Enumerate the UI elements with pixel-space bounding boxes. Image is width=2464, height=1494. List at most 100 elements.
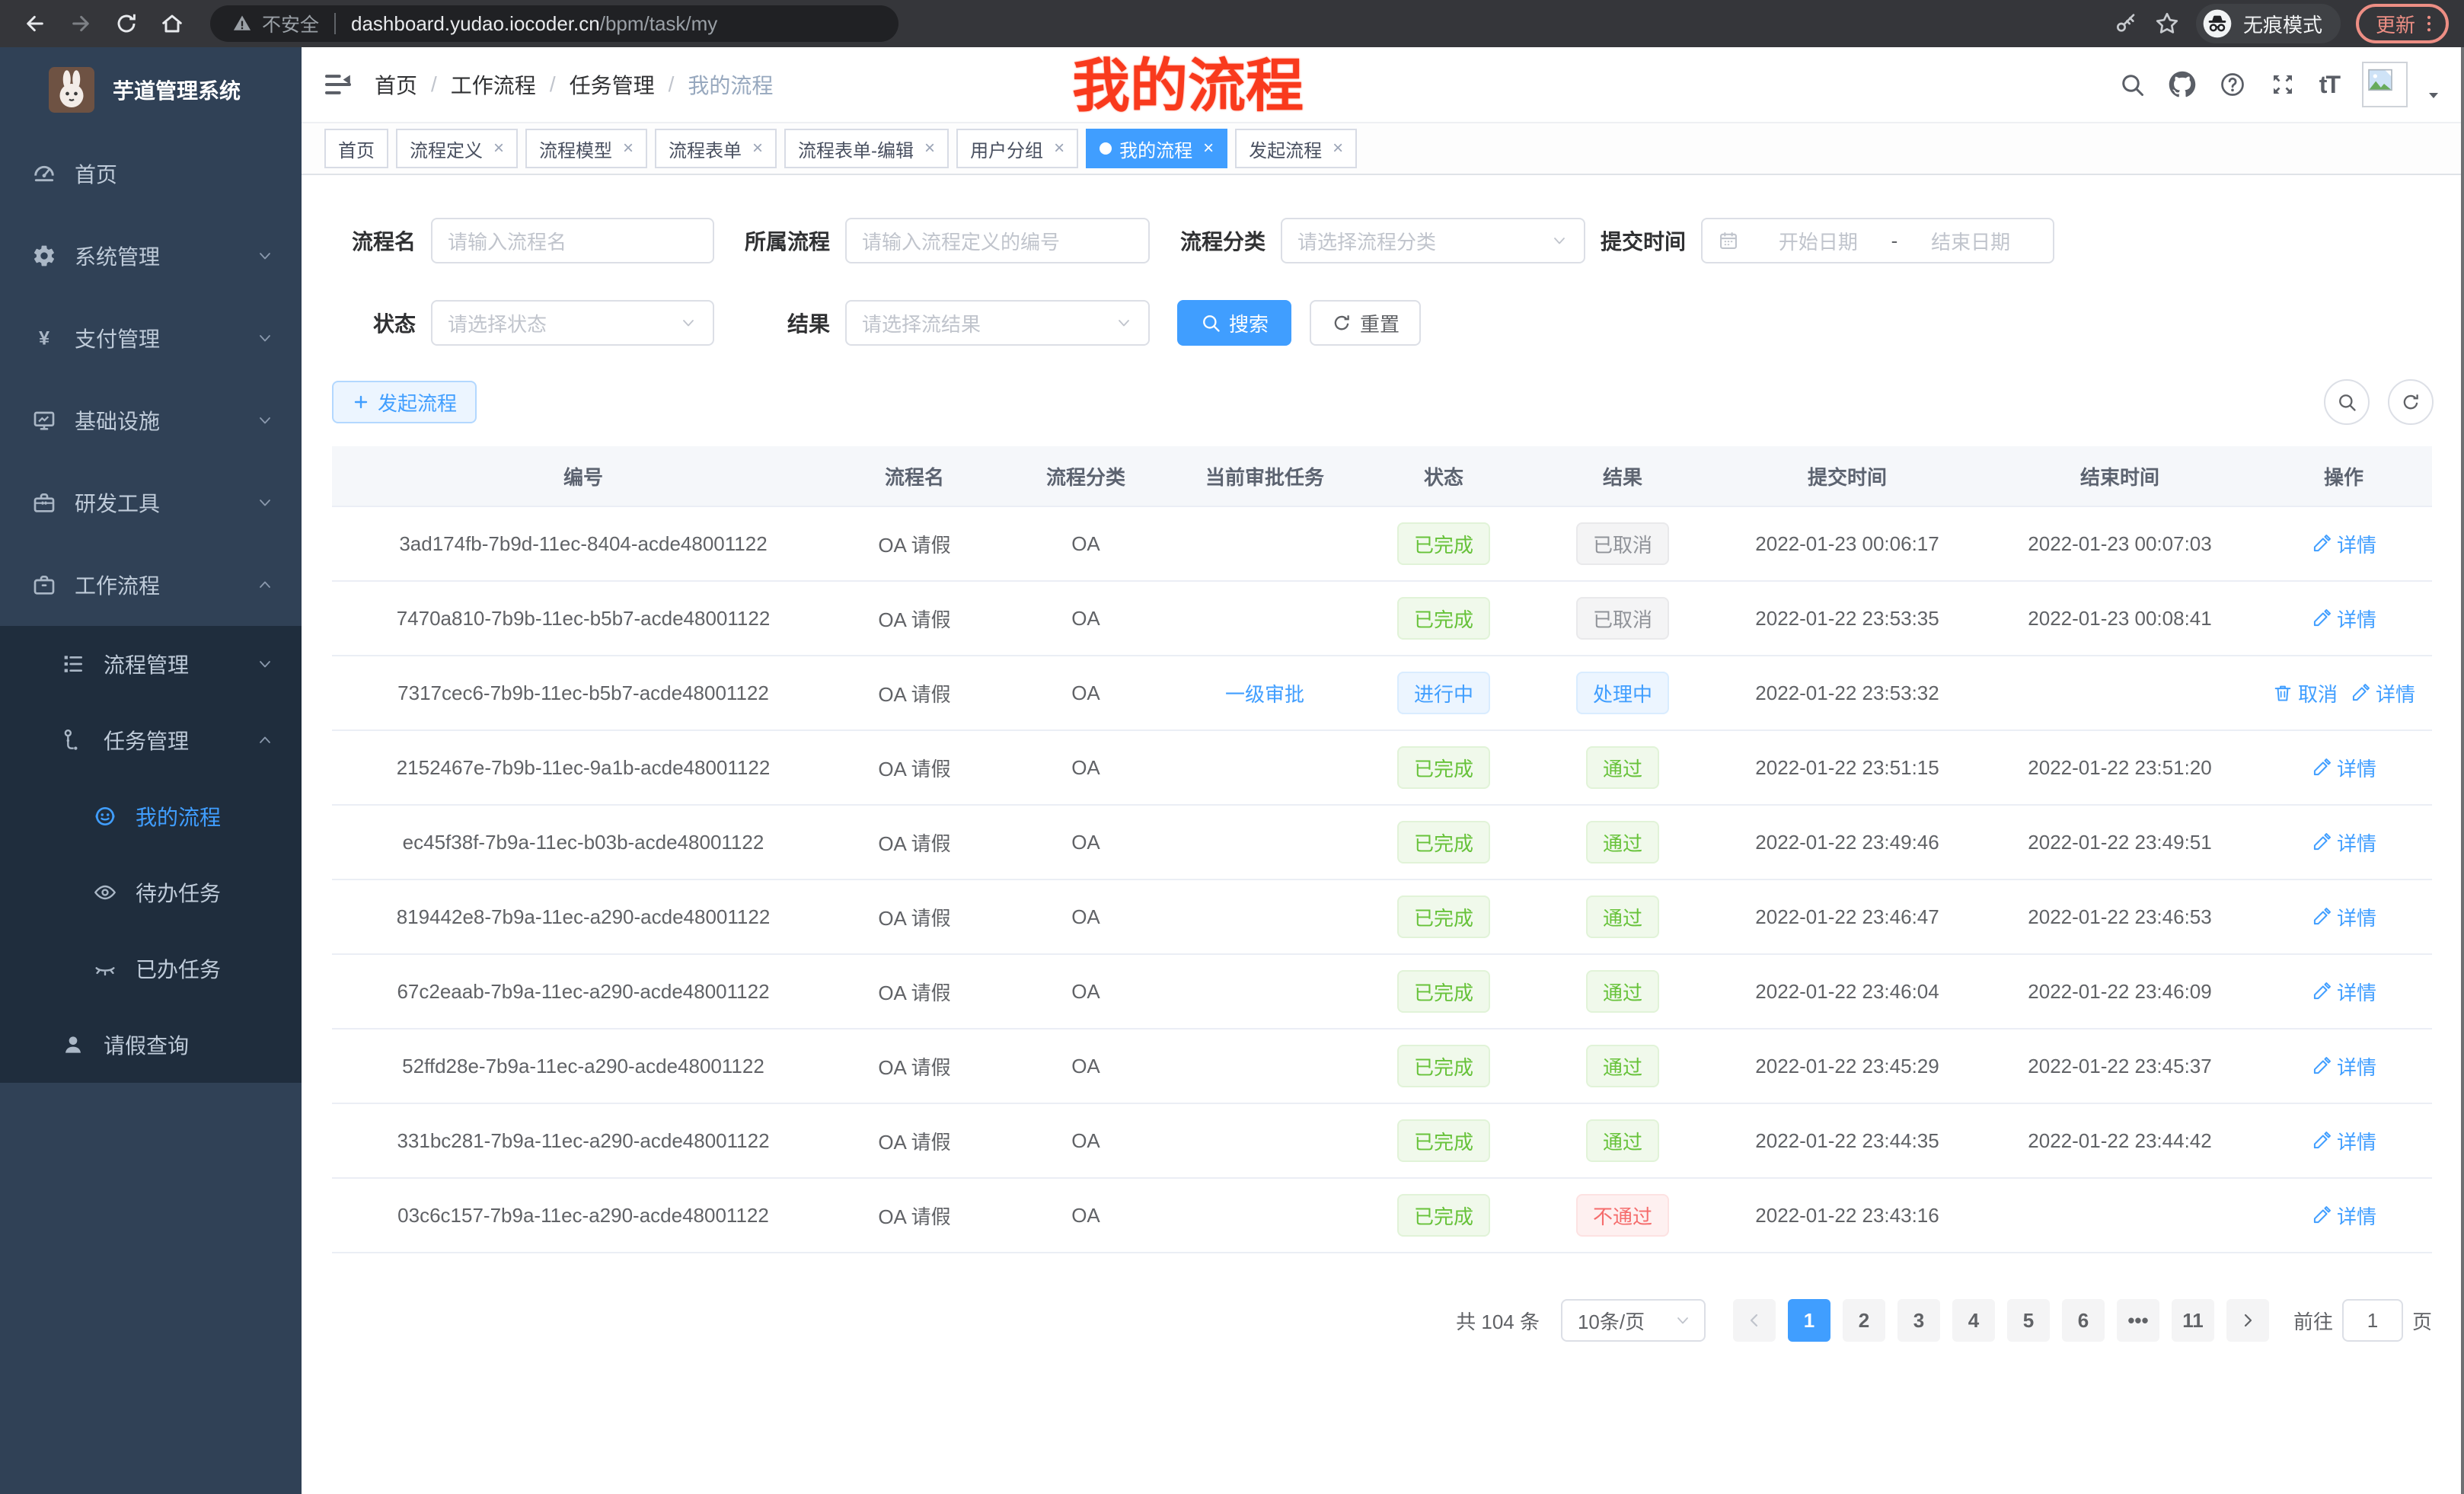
date-range-separator: - <box>1885 229 1904 253</box>
browser-back-button[interactable] <box>15 4 55 43</box>
browser-update-button[interactable]: 更新 <box>2356 4 2449 43</box>
id-cell: 52ffd28e-7b9a-11ec-a290-acde48001122 <box>332 1055 835 1078</box>
cancel-link[interactable]: 取消 <box>2272 679 2338 707</box>
browser-reload-button[interactable] <box>107 4 146 43</box>
tab-process-definition[interactable]: 流程定义× <box>396 129 518 168</box>
status-badge: 进行中 <box>1397 672 1490 714</box>
close-icon[interactable]: × <box>493 138 504 159</box>
question-icon <box>2219 71 2246 98</box>
avatar[interactable] <box>2362 62 2408 107</box>
page-button-4[interactable]: 4 <box>1952 1299 1995 1342</box>
id-cell: 7317cec6-7b9b-11ec-b5b7-acde48001122 <box>332 682 835 705</box>
page-button-1[interactable]: 1 <box>1788 1299 1830 1342</box>
page-button-2[interactable]: 2 <box>1843 1299 1885 1342</box>
app-logo-row[interactable]: 芋道管理系统 <box>0 47 302 132</box>
tab-home[interactable]: 首页 <box>324 129 388 168</box>
github-button[interactable] <box>2169 71 2196 98</box>
submit-time-range[interactable]: 开始日期 - 结束日期 <box>1701 218 2054 263</box>
tab-process-model[interactable]: 流程模型× <box>525 129 647 168</box>
close-icon[interactable]: × <box>1054 138 1064 159</box>
ssl-warning-icon[interactable] <box>231 13 253 34</box>
sidebar-item-payment[interactable]: ¥支付管理 <box>0 297 302 379</box>
tab-user-group[interactable]: 用户分组× <box>956 129 1078 168</box>
goto-page-input[interactable] <box>2342 1299 2403 1342</box>
help-button[interactable] <box>2219 71 2246 98</box>
page-button-11[interactable]: 11 <box>2172 1299 2214 1342</box>
create-process-button[interactable]: 发起流程 <box>332 381 477 423</box>
page-button-3[interactable]: 3 <box>1897 1299 1940 1342</box>
process-name-input[interactable]: 请输入流程名 <box>431 218 714 263</box>
close-icon[interactable]: × <box>1203 138 1214 159</box>
page-button-5[interactable]: 5 <box>2007 1299 2050 1342</box>
browser-home-button[interactable] <box>152 4 192 43</box>
url-bar[interactable]: 不安全 dashboard.yudao.iocoder.cn/bpm/task/… <box>210 5 898 42</box>
result-select[interactable]: 请选择流结果 <box>845 300 1150 346</box>
detail-link[interactable]: 详情 <box>2311 1127 2376 1155</box>
refresh-table-button[interactable] <box>2388 379 2434 425</box>
close-icon[interactable]: × <box>1333 138 1343 159</box>
search-icon <box>2118 71 2146 98</box>
next-page-button[interactable] <box>2226 1299 2269 1342</box>
detail-link[interactable]: 详情 <box>2311 1052 2376 1081</box>
close-icon[interactable]: × <box>623 138 634 159</box>
sidebar-item-done-tasks[interactable]: 已办任务 <box>0 931 302 1007</box>
detail-link[interactable]: 详情 <box>2311 530 2376 558</box>
tab-my-process[interactable]: 我的流程× <box>1086 129 1227 168</box>
bookmark-star-icon[interactable] <box>2153 10 2181 37</box>
detail-link[interactable]: 详情 <box>2311 605 2376 633</box>
reset-button[interactable]: 重置 <box>1310 300 1421 346</box>
breadcrumb-item[interactable]: 首页 <box>375 69 417 100</box>
detail-link[interactable]: 详情 <box>2350 679 2415 707</box>
category-select[interactable]: 请选择流程分类 <box>1281 218 1585 263</box>
status-cell: 已完成 <box>1352 522 1535 565</box>
detail-link[interactable]: 详情 <box>2311 1202 2376 1230</box>
sidebar-item-devtools[interactable]: 研发工具 <box>0 461 302 544</box>
parent-process-input[interactable]: 请输入流程定义的编号 <box>845 218 1150 263</box>
close-icon[interactable]: × <box>752 138 763 159</box>
detail-link[interactable]: 详情 <box>2311 978 2376 1006</box>
font-size-button[interactable]: tT <box>2319 71 2339 99</box>
detail-link[interactable]: 详情 <box>2311 754 2376 782</box>
page-size-select[interactable]: 10条/页 <box>1561 1299 1706 1342</box>
sidebar-item-workflow[interactable]: 工作流程 <box>0 544 302 626</box>
browser-forward-button[interactable] <box>61 4 101 43</box>
tab-start-process[interactable]: 发起流程× <box>1235 129 1357 168</box>
submit-time-label: 提交时间 <box>1601 225 1686 256</box>
breadcrumb-item[interactable]: 工作流程 <box>451 69 536 100</box>
password-key-icon[interactable] <box>2114 11 2138 36</box>
tab-process-form[interactable]: 流程表单× <box>655 129 777 168</box>
process-name-cell: OA 请假 <box>835 903 994 931</box>
category-cell: OA <box>994 682 1177 705</box>
status-select[interactable]: 请选择状态 <box>431 300 714 346</box>
hamburger-icon[interactable] <box>323 69 353 100</box>
sidebar-item-system[interactable]: 系统管理 <box>0 215 302 297</box>
sidebar-item-leave-query[interactable]: 请假查询 <box>0 1007 302 1083</box>
breadcrumb-item[interactable]: 任务管理 <box>570 69 655 100</box>
edit-icon <box>2350 682 2371 704</box>
detail-link[interactable]: 详情 <box>2311 828 2376 857</box>
page-button-6[interactable]: 6 <box>2062 1299 2105 1342</box>
detail-link[interactable]: 详情 <box>2311 903 2376 931</box>
sidebar-item-task-mgmt[interactable]: 任务管理 <box>0 702 302 778</box>
chevron-down-icon <box>1115 314 1133 332</box>
header-cell: 编号 <box>332 462 835 490</box>
current-task-link[interactable]: 一级审批 <box>1225 679 1304 707</box>
prev-page-button[interactable] <box>1733 1299 1776 1342</box>
header-search-button[interactable] <box>2118 71 2146 98</box>
toggle-search-button[interactable] <box>2324 379 2370 425</box>
sidebar-item-my-process[interactable]: 我的流程 <box>0 778 302 854</box>
result-badge: 不通过 <box>1576 1194 1669 1237</box>
avatar-caret-icon[interactable] <box>2424 86 2443 104</box>
sidebar-item-home[interactable]: 首页 <box>0 132 302 215</box>
browser-menu-dots-icon[interactable] <box>2418 13 2440 34</box>
tab-process-form-edit[interactable]: 流程表单-编辑× <box>784 129 949 168</box>
sidebar-item-todo-tasks[interactable]: 待办任务 <box>0 854 302 931</box>
sidebar-item-infra[interactable]: 基础设施 <box>0 379 302 461</box>
status-cell: 已完成 <box>1352 597 1535 640</box>
sidebar-item-label: 待办任务 <box>136 877 221 908</box>
sidebar-item-process-mgmt[interactable]: 流程管理 <box>0 626 302 702</box>
edit-icon <box>2311 906 2332 927</box>
fullscreen-button[interactable] <box>2269 71 2296 98</box>
search-button[interactable]: 搜索 <box>1177 300 1291 346</box>
close-icon[interactable]: × <box>924 138 935 159</box>
